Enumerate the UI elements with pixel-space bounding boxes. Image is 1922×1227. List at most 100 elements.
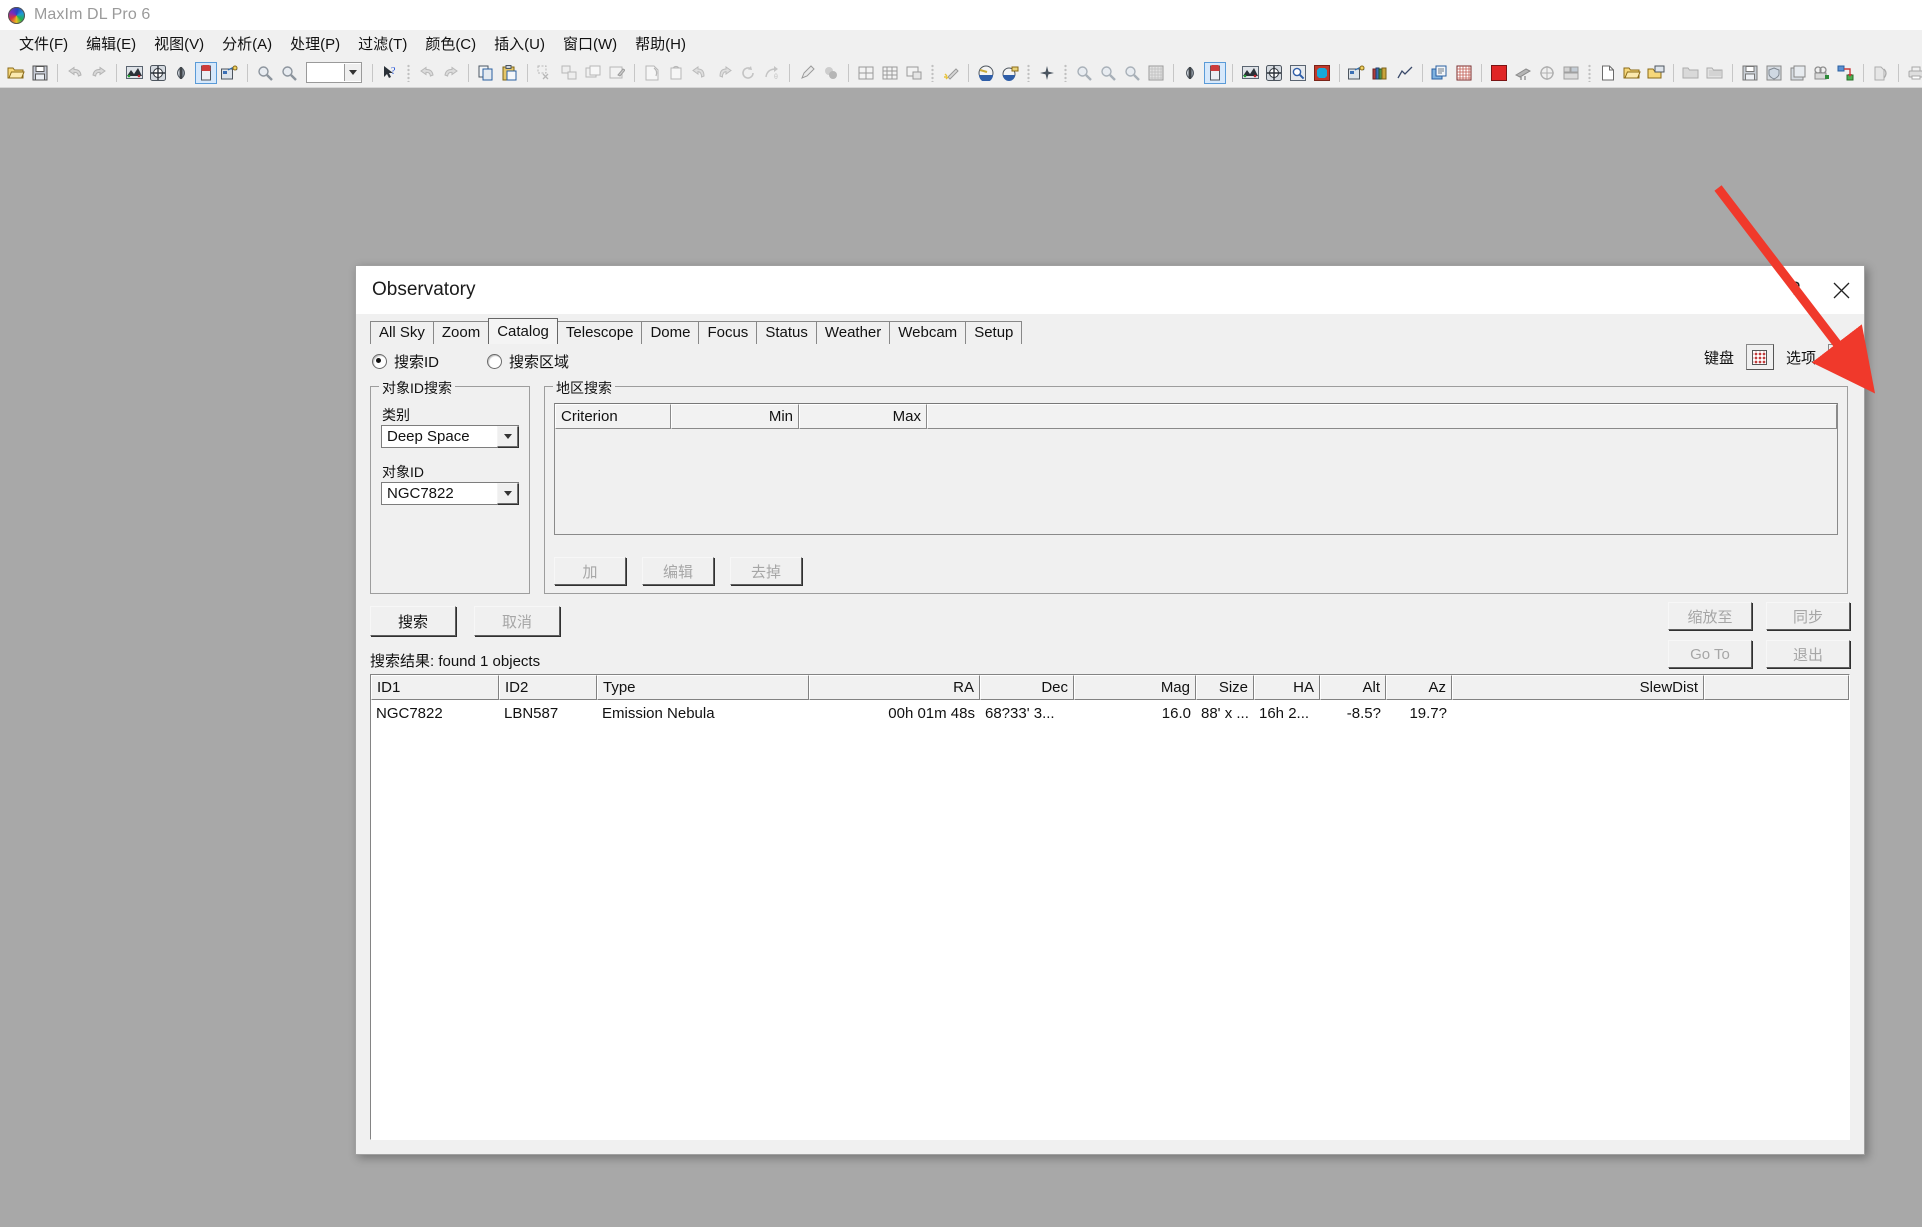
object-id-combo[interactable]: NGC7822 [381,482,519,505]
criteria-list[interactable]: Criterion Min Max [554,403,1838,535]
radio-search-by-region[interactable]: 搜索区域 [487,351,569,372]
toolbar-grip[interactable] [1588,63,1591,82]
criteria-col-max[interactable]: Max [799,404,927,429]
search-button[interactable]: 搜索 [370,606,456,636]
tab-all-sky[interactable]: All Sky [370,321,434,344]
table2-icon[interactable] [1453,62,1475,84]
menu-file[interactable]: 文件(F) [10,31,77,56]
results-col-slewdist[interactable]: SlewDist [1452,675,1704,700]
chevron-down-icon[interactable] [344,64,361,81]
edit-criterion-button[interactable]: 编辑 [642,557,714,585]
context-help-icon[interactable]: ? [379,62,401,84]
zoom-fit-icon[interactable] [1073,62,1095,84]
mosaic-icon[interactable] [1560,62,1582,84]
cancel-button[interactable]: 取消 [474,606,560,636]
flip-image-icon[interactable] [1180,62,1202,84]
guider-icon[interactable] [1536,62,1558,84]
menu-insert[interactable]: 插入(U) [485,31,554,56]
zoom-out-icon[interactable] [278,62,300,84]
tab-zoom[interactable]: Zoom [432,321,490,344]
results-col-az[interactable]: Az [1386,675,1452,700]
tab-webcam[interactable]: Webcam [889,321,967,344]
tab-telescope[interactable]: Telescope [556,321,643,344]
open-file-icon[interactable] [5,62,27,84]
tile-icon[interactable] [582,62,604,84]
results-col-size[interactable]: Size [1196,675,1254,700]
tab-focus[interactable]: Focus [698,321,758,344]
menu-help[interactable]: 帮助(H) [626,31,695,56]
paste-icon[interactable] [499,62,521,84]
tab-status[interactable]: Status [756,321,817,344]
results-col-alt[interactable]: Alt [1320,675,1386,700]
rotate-180-icon[interactable] [737,62,759,84]
report-icon[interactable] [903,62,925,84]
tab-dome[interactable]: Dome [641,321,700,344]
pixel-grid-icon[interactable] [1145,62,1167,84]
tab-setup[interactable]: Setup [965,321,1023,344]
video-icon[interactable] [1811,62,1833,84]
add-criterion-button[interactable]: 加 [554,557,626,585]
fit2-icon[interactable] [1263,62,1285,84]
screen-stretch-icon[interactable] [123,62,145,84]
menu-filter[interactable]: 过滤(T) [349,31,416,56]
zoom-to-button[interactable]: 缩放至 [1668,602,1752,630]
full-screen-icon[interactable] [1311,62,1333,84]
menu-process[interactable]: 处理(P) [281,31,349,56]
results-col-id1[interactable]: ID1 [371,675,499,700]
save-file-icon[interactable] [29,62,51,84]
results-col-ha[interactable]: HA [1254,675,1320,700]
catalog-icon[interactable] [1370,62,1392,84]
telescope-icon[interactable] [1512,62,1534,84]
toolbar-grip[interactable] [407,63,410,82]
help-button[interactable]: ? [1772,267,1818,313]
rotate-right-icon[interactable] [713,62,735,84]
moon-phase-icon[interactable] [1488,62,1510,84]
results-panel[interactable]: ID1 ID2 Type RA Dec Mag Size HA Alt Az S… [370,674,1850,1140]
menu-window[interactable]: 窗口(W) [554,31,626,56]
print-preview-icon[interactable] [1905,62,1922,84]
camera-control-icon[interactable] [219,62,241,84]
chevron-down-icon[interactable] [497,426,518,447]
redo-edit-icon[interactable] [440,62,462,84]
zoom-100-icon[interactable] [1097,62,1119,84]
results-col-blank[interactable] [1704,675,1849,700]
exit-button[interactable]: 退出 [1766,640,1850,668]
results-col-dec[interactable]: Dec [980,675,1074,700]
grid-layout-icon[interactable] [855,62,877,84]
fit-icon[interactable] [147,62,169,84]
copy-icon[interactable] [475,62,497,84]
open-seq-icon[interactable] [1645,62,1667,84]
results-col-mag[interactable]: Mag [1074,675,1196,700]
toolbar-grip[interactable] [931,63,934,82]
chevron-down-icon[interactable] [497,483,518,504]
open-doc-icon[interactable] [1621,62,1643,84]
stack-icon[interactable] [1429,62,1451,84]
toolbar-grip[interactable] [1064,63,1067,82]
annotate-icon[interactable] [606,62,628,84]
color-blob-icon[interactable] [820,62,842,84]
align-icon[interactable]: θ [761,62,783,84]
goto-button[interactable]: Go To [1668,640,1752,668]
category-combo[interactable]: Deep Space [381,425,519,448]
zoom-in-icon[interactable] [254,62,276,84]
table-icon[interactable] [879,62,901,84]
zoom-region-icon[interactable] [1121,62,1143,84]
menu-color[interactable]: 颜色(C) [416,31,485,56]
tab-weather[interactable]: Weather [815,321,891,344]
flip-doc-icon[interactable] [1870,62,1892,84]
information-icon[interactable] [195,61,217,84]
mirror-page-icon[interactable] [665,62,687,84]
criteria-col-criterion[interactable]: Criterion [555,404,671,429]
keypad-icon[interactable] [1745,344,1774,370]
camera-control2-icon[interactable] [1346,62,1368,84]
screen-stretch2-icon[interactable] [1239,62,1261,84]
rotate-page-icon[interactable] [641,62,663,84]
close-icon[interactable] [1818,267,1864,313]
star-icon[interactable] [1036,62,1058,84]
crop-icon[interactable] [534,62,556,84]
observatory-control-icon[interactable] [999,62,1021,84]
info-panel-icon[interactable] [1204,61,1226,84]
folder-gray-icon[interactable] [1680,62,1702,84]
pixel-edit-icon[interactable] [796,62,818,84]
zoom-level-combo[interactable] [306,62,362,83]
